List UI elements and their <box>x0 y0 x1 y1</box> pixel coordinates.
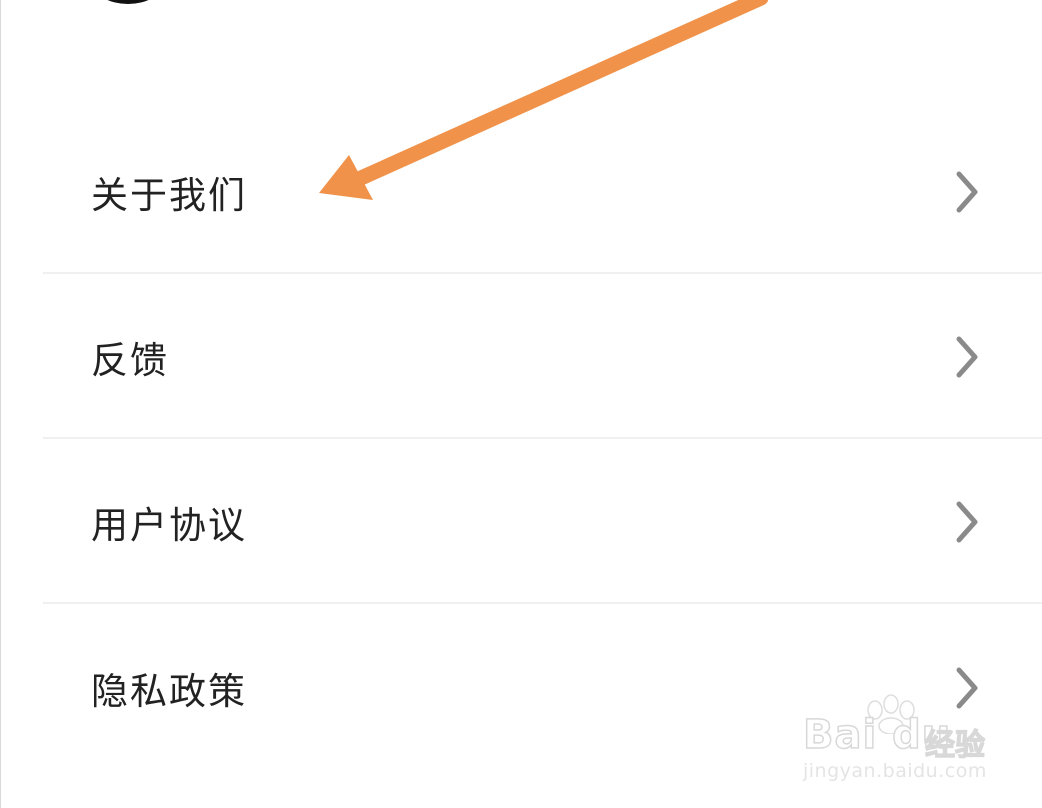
menu-item-label: 关于我们 <box>91 174 247 217</box>
avatar[interactable] <box>93 0 163 4</box>
divider <box>43 602 1042 604</box>
menu-item-label: 用户协议 <box>91 504 247 547</box>
menu-item-about-us[interactable]: 关于我们 <box>1 110 1042 274</box>
watermark-brand: 经验 <box>924 727 985 763</box>
menu-item-user-agreement[interactable]: 用户协议 <box>1 440 1042 604</box>
divider <box>43 272 1042 274</box>
divider <box>43 437 1042 439</box>
chevron-right-icon <box>956 336 978 378</box>
chevron-right-icon <box>956 171 978 213</box>
menu-item-feedback[interactable]: 反馈 <box>1 275 1042 439</box>
baidu-jingyan-watermark: Bai du 经验 jingyan.baidu.com <box>797 694 997 794</box>
watermark-url: jingyan.baidu.com <box>803 760 987 782</box>
chevron-right-icon <box>956 501 978 543</box>
menu-item-label: 反馈 <box>91 339 169 382</box>
settings-page: 关于我们 反馈 用户协议 隐私政策 Bai du 经验 jingyan.baid… <box>0 0 1042 808</box>
menu-item-label: 隐私政策 <box>91 670 247 713</box>
